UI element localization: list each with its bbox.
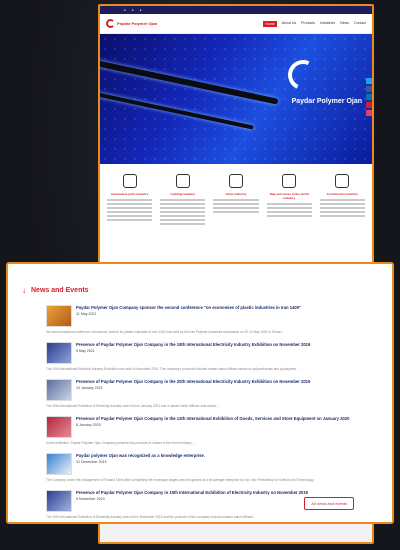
industry-card[interactable]: Bag and shoes in the world industry	[264, 170, 315, 227]
news-body: Presence of Paydar Polymer Ojan Company …	[76, 416, 378, 438]
logo-text: Paydar Polymer Ojan	[117, 21, 158, 26]
section-title: News and Events	[31, 287, 89, 294]
news-description: The 19th International Electrical Indust…	[46, 367, 300, 371]
nav-item-industries[interactable]: Industries	[320, 21, 335, 27]
hero-title: Paydar Polymer Ojan	[291, 98, 362, 105]
instagram-icon[interactable]	[366, 110, 372, 116]
lamp-icon	[175, 174, 190, 188]
twitter-icon[interactable]	[366, 78, 372, 84]
news-title[interactable]: Paydar Polymer Ojan Company sponsor the …	[76, 305, 378, 310]
bag-icon	[282, 174, 297, 188]
news-description: The Company under the management of Pasa…	[46, 478, 315, 482]
news-title[interactable]: Presence of Paydar Polymer Ojan Company …	[76, 342, 378, 347]
news-date: 14 January 2021	[76, 386, 103, 391]
news-body: Presence of Paydar Polymer Ojan Company …	[76, 342, 378, 364]
industry-card[interactable]: Home industry	[210, 170, 261, 227]
industry-label: Construction industry	[326, 192, 359, 196]
news-item[interactable]: Paydar polymer Ojan was recognized as a …	[46, 453, 378, 475]
social-bar	[366, 78, 372, 116]
news-item[interactable]: Presence of Paydar Polymer Ojan Company …	[46, 342, 378, 364]
industry-label: Bag and shoes in the world industry	[269, 192, 309, 200]
news-item[interactable]: Presence of Paydar Polymer Ojan Company …	[46, 416, 378, 438]
top-bar: ● ● ●	[100, 6, 372, 14]
news-description: The 19th International Exhibition of Ele…	[46, 515, 257, 519]
nav-menu: Home About Us Products Industries News C…	[263, 20, 366, 27]
industry-card[interactable]: Lighting industry	[157, 170, 208, 227]
site-navbar: Paydar Polymer Ojan Home About Us Produc…	[100, 14, 372, 34]
nav-item-home[interactable]: Home	[263, 20, 277, 27]
industry-text	[157, 199, 208, 225]
car-icon	[122, 174, 137, 188]
news-title[interactable]: Presence of Paydar Polymer Ojan Company …	[76, 416, 378, 421]
nav-item-about[interactable]: About Us	[282, 21, 296, 27]
site-logo[interactable]: Paydar Polymer Ojan	[106, 19, 157, 28]
nav-item-contact[interactable]: Contact	[354, 21, 366, 27]
news-header: ↓ News and Events	[22, 286, 378, 295]
news-date: 11 May 2021	[76, 312, 97, 317]
news-date: 5 May 2021	[76, 349, 95, 354]
news-thumbnail[interactable]	[46, 490, 72, 512]
news-thumbnail[interactable]	[46, 379, 72, 401]
topbar-dot: ●	[139, 8, 142, 12]
industry-text	[317, 199, 368, 217]
news-thumbnail[interactable]	[46, 416, 72, 438]
news-thumbnail[interactable]	[46, 453, 72, 475]
news-description: the second national conference 'economic…	[46, 330, 285, 334]
topbar-dot: ●	[131, 8, 134, 12]
news-item[interactable]: Paydar Polymer Ojan Company sponsor the …	[46, 305, 378, 327]
news-thumbnail[interactable]	[46, 342, 72, 364]
youtube-icon[interactable]	[366, 102, 372, 108]
news-item[interactable]: Presence of Paydar Polymer Ojan Company …	[46, 379, 378, 401]
industry-card[interactable]: Automotive parts industry	[104, 170, 155, 227]
hero-banner: Paydar Polymer Ojan	[100, 34, 372, 164]
news-date: 8 January 2020	[76, 423, 101, 428]
logo-mark-icon	[106, 19, 115, 28]
news-title[interactable]: Presence of Paydar Polymer Ojan Company …	[76, 490, 378, 495]
news-events-card: ↓ News and Events Paydar Polymer Ojan Co…	[6, 262, 394, 524]
industry-text	[264, 203, 315, 217]
arrow-down-icon: ↓	[22, 286, 26, 295]
industry-card[interactable]: Construction industry	[317, 170, 368, 227]
news-body: Presence of Paydar Polymer Ojan Company …	[76, 379, 378, 401]
facebook-icon[interactable]	[366, 86, 372, 92]
home-appliance-icon	[229, 174, 243, 188]
news-title[interactable]: Paydar polymer Ojan was recognized as a …	[76, 453, 378, 458]
industry-text	[210, 199, 261, 213]
news-description: In this exhibition, Paydar Polymer Ojan …	[46, 441, 196, 445]
nav-item-products[interactable]: Products	[301, 21, 315, 27]
nav-item-news[interactable]: News	[340, 21, 349, 27]
news-thumbnail[interactable]	[46, 305, 72, 327]
news-body: Paydar polymer Ojan was recognized as a …	[76, 453, 378, 475]
all-news-button[interactable]: All news and events	[304, 497, 354, 510]
news-body: Paydar Polymer Ojan Company sponsor the …	[76, 305, 378, 327]
industry-label: Lighting industry	[170, 192, 196, 196]
industry-label: Home industry	[225, 192, 247, 196]
industry-label: Automotive parts industry	[110, 192, 149, 196]
news-date: 31 December 2019	[76, 460, 107, 465]
industries-row: Automotive parts industry Lighting indus…	[100, 164, 372, 233]
news-title[interactable]: Presence of Paydar Polymer Ojan Company …	[76, 379, 378, 384]
topbar-dot: ●	[124, 8, 126, 12]
industry-text	[104, 199, 155, 221]
linkedin-icon[interactable]	[366, 94, 372, 100]
news-description: The 20th International Exhibition of Ele…	[46, 404, 220, 408]
building-icon	[335, 174, 350, 188]
